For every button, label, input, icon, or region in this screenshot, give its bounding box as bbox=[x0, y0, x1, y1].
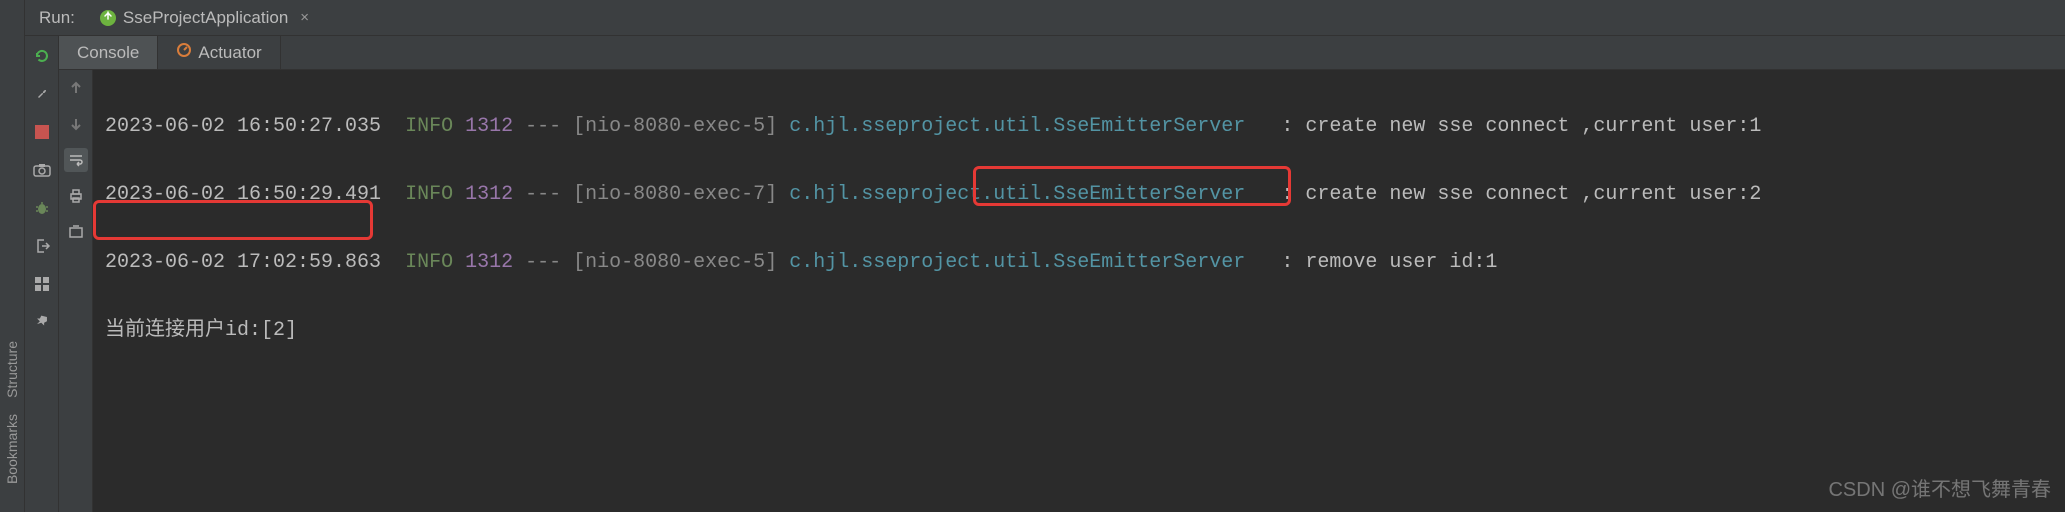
run-tool-column bbox=[25, 36, 59, 512]
bug-icon[interactable] bbox=[30, 196, 54, 220]
stop-button[interactable] bbox=[30, 120, 54, 144]
print-button[interactable] bbox=[64, 184, 88, 208]
tab-actuator[interactable]: Actuator bbox=[158, 36, 280, 69]
log-line: 2023-06-02 17:02:59.863 INFO 1312 --- [n… bbox=[105, 246, 2065, 280]
log-line: 2023-06-02 16:50:27.035 INFO 1312 --- [n… bbox=[105, 110, 2065, 144]
rerun-button[interactable] bbox=[30, 44, 54, 68]
sidebar-tab-structure[interactable]: Structure bbox=[4, 333, 20, 406]
left-vertical-sidebar: Structure Bookmarks bbox=[0, 0, 25, 512]
tab-label: Actuator bbox=[198, 43, 261, 63]
scroll-down-button[interactable] bbox=[64, 112, 88, 136]
layout-icon[interactable] bbox=[30, 272, 54, 296]
actuator-icon bbox=[176, 42, 192, 63]
run-tabs-row: Console Actuator bbox=[59, 36, 2065, 70]
tab-console[interactable]: Console bbox=[59, 36, 158, 69]
main-area: Run: SseProjectApplication × bbox=[25, 0, 2065, 512]
camera-icon[interactable] bbox=[30, 158, 54, 182]
run-header-bar: Run: SseProjectApplication × bbox=[25, 0, 2065, 36]
body-row: Console Actuator bbox=[25, 36, 2065, 512]
console-row: 2023-06-02 16:50:27.035 INFO 1312 --- [n… bbox=[59, 70, 2065, 512]
run-label: Run: bbox=[33, 8, 81, 28]
run-config-tab[interactable]: SseProjectApplication × bbox=[91, 8, 317, 28]
scroll-up-button[interactable] bbox=[64, 76, 88, 100]
run-config-name: SseProjectApplication bbox=[123, 8, 288, 28]
pin-icon[interactable] bbox=[30, 310, 54, 334]
stdout-line: 当前连接用户id:[2] bbox=[105, 314, 2065, 348]
sidebar-tab-bookmarks[interactable]: Bookmarks bbox=[4, 406, 20, 492]
console-gutter bbox=[59, 70, 93, 512]
watermark: CSDN @谁不想飞舞青春 bbox=[1828, 473, 2051, 502]
clear-button[interactable] bbox=[64, 220, 88, 244]
spring-boot-icon bbox=[99, 9, 117, 27]
tab-label: Console bbox=[77, 43, 139, 63]
content-column: Console Actuator bbox=[59, 36, 2065, 512]
log-line: 2023-06-02 16:50:29.491 INFO 1312 --- [n… bbox=[105, 178, 2065, 212]
close-tab-icon[interactable]: × bbox=[300, 9, 309, 26]
soft-wrap-button[interactable] bbox=[64, 148, 88, 172]
wrench-icon[interactable] bbox=[30, 82, 54, 106]
exit-icon[interactable] bbox=[30, 234, 54, 258]
console-output[interactable]: 2023-06-02 16:50:27.035 INFO 1312 --- [n… bbox=[93, 70, 2065, 512]
